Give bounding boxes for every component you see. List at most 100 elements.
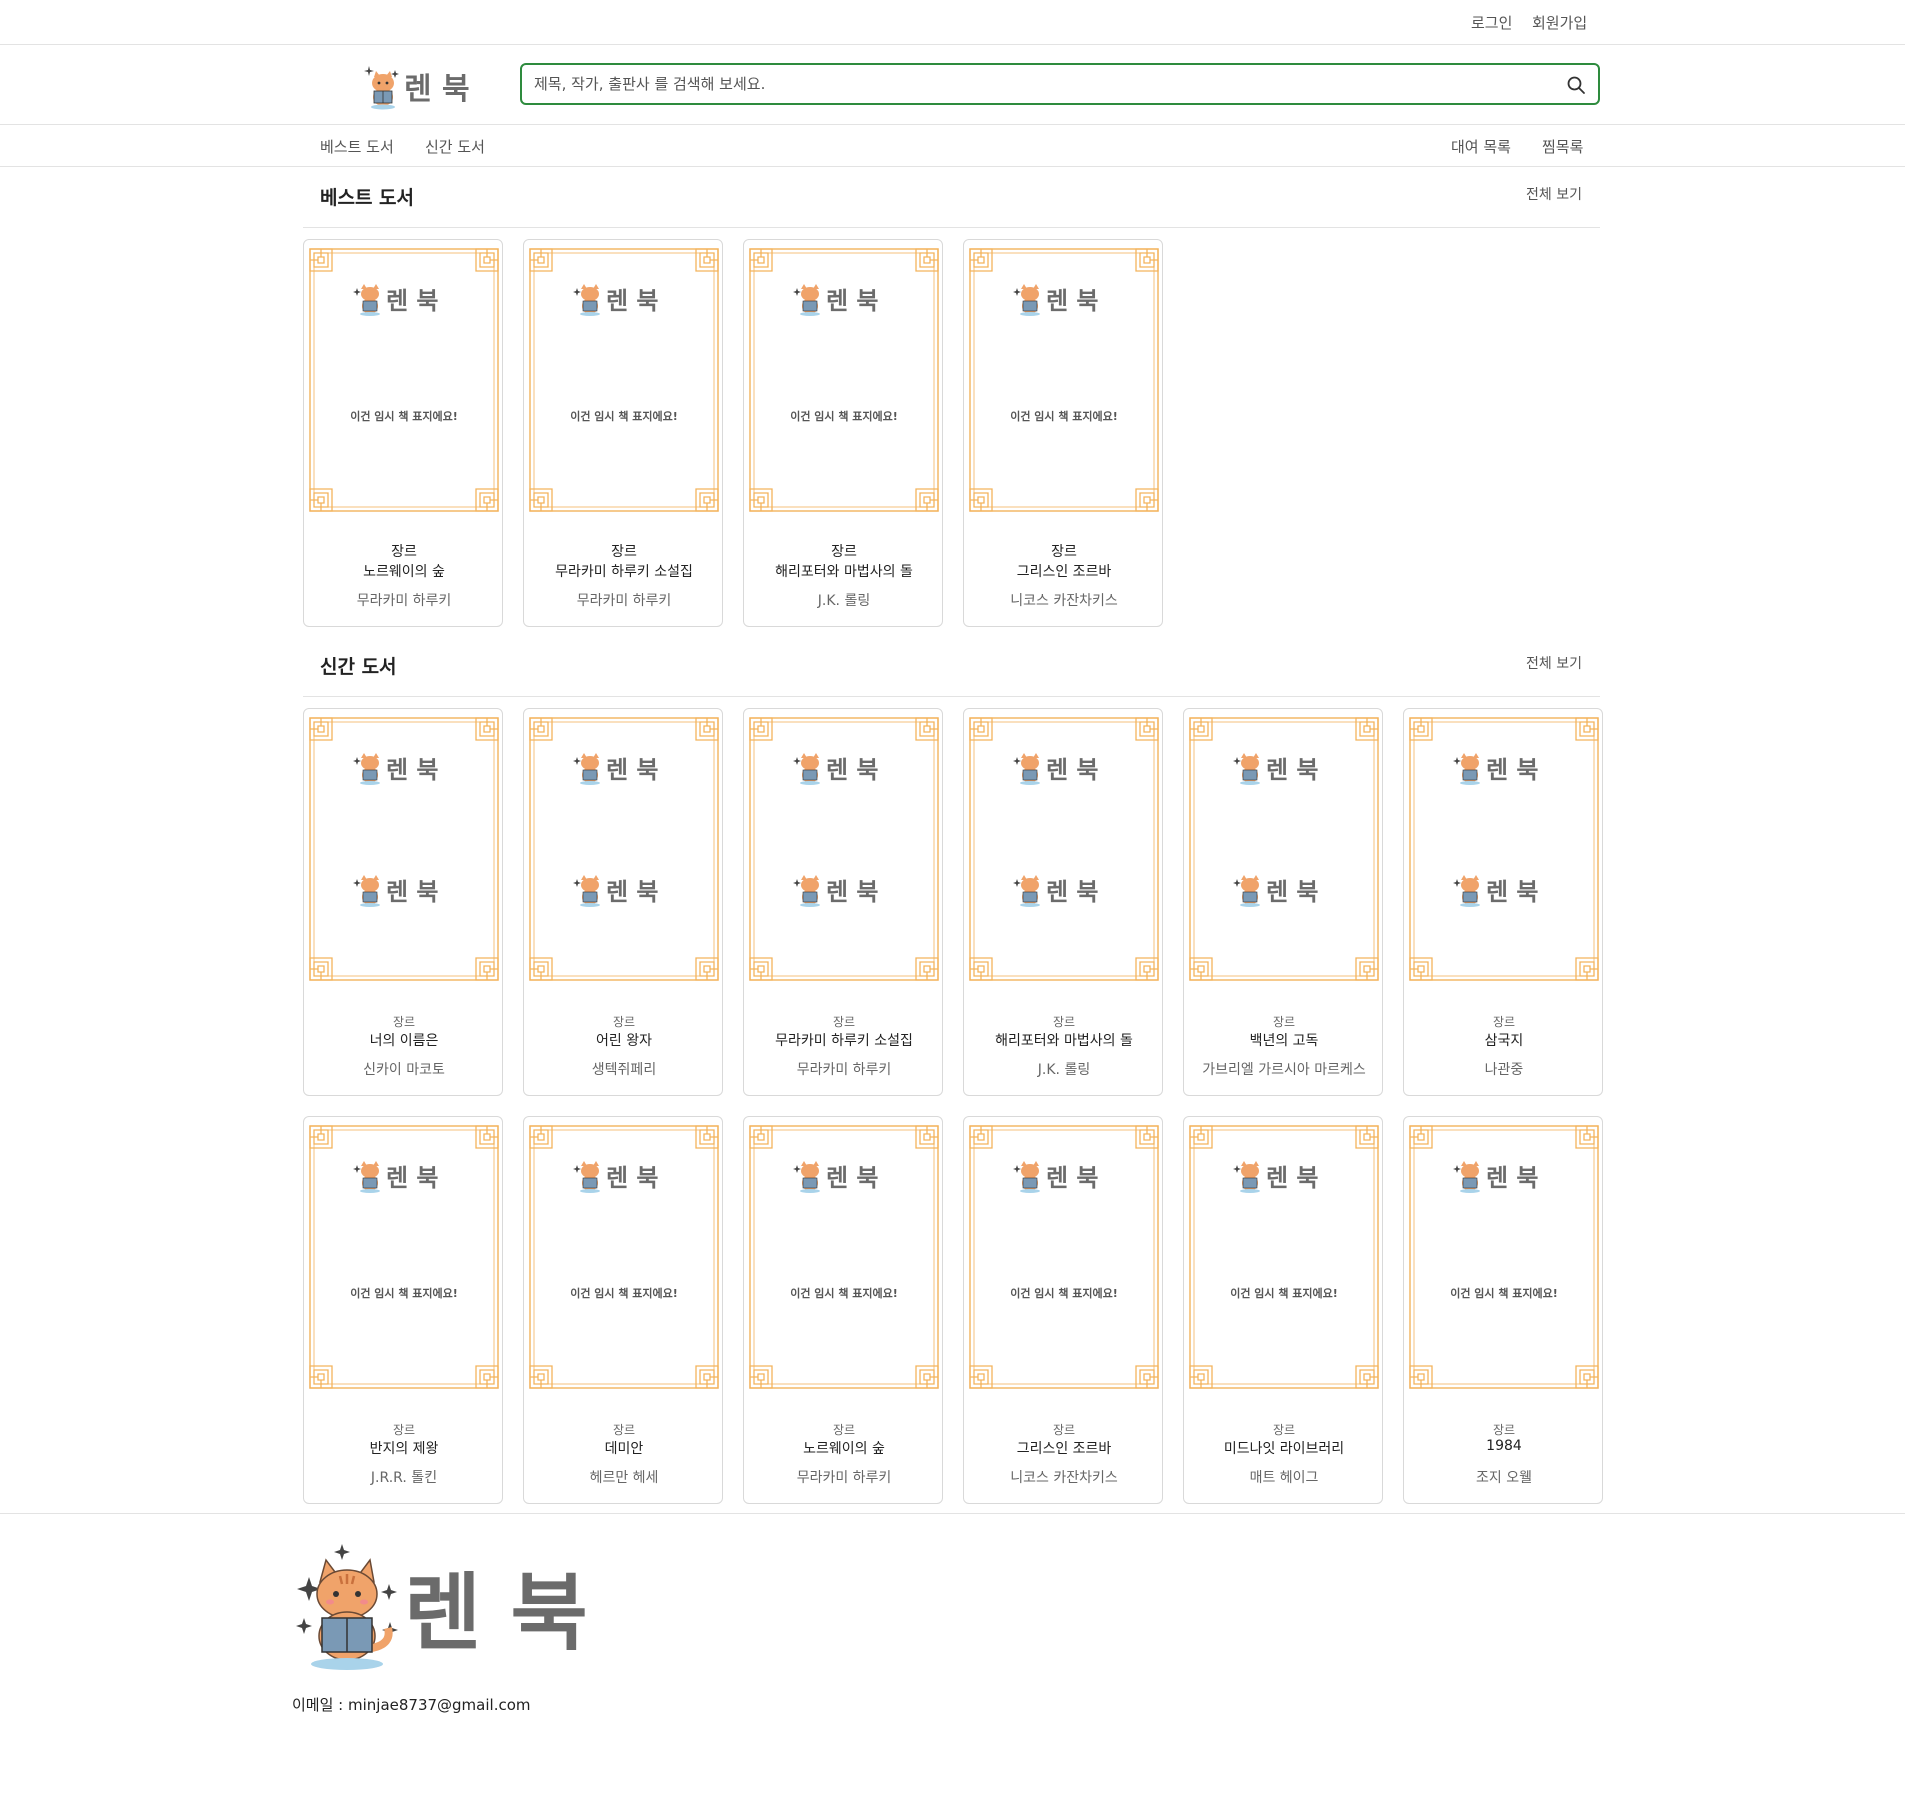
search-icon[interactable] <box>1566 75 1586 95</box>
book-cover-image[interactable]: 렌 북이건 임시 책 표지에요! <box>966 245 1162 515</box>
book-cover-image[interactable]: 렌 북렌 북 <box>1406 714 1602 984</box>
book-cover-image[interactable]: 렌 북이건 임시 책 표지에요! <box>966 1122 1162 1392</box>
book-cover-image[interactable]: 렌 북이건 임시 책 표지에요! <box>526 245 722 515</box>
book-genre: 장르 <box>391 544 417 560</box>
book-genre: 장르 <box>831 544 857 560</box>
book-title[interactable]: 노르웨이의 숲 <box>304 561 502 581</box>
book-title[interactable]: 미드나잇 라이브러리 <box>1184 1438 1382 1458</box>
book-card[interactable]: 렌 북 이건 임시 책 표지에요! 장르 데미안 헤르만 헤세 <box>523 1116 723 1504</box>
book-card[interactable]: 렌 북 이건 임시 책 표지에요! 장르 미드나잇 라이브러리 매트 헤이그 <box>1183 1116 1383 1504</box>
login-link[interactable]: 로그인 <box>1471 12 1512 33</box>
main-nav: 베스트 도서 신간 도서 대여 목록 찜목록 <box>0 125 1905 167</box>
svg-text:렌 북: 렌 북 <box>1046 756 1099 784</box>
book-title[interactable]: 너의 이름은 <box>304 1030 502 1050</box>
svg-text:렌 북: 렌 북 <box>606 1164 659 1192</box>
book-card[interactable]: 렌 북 이건 임시 책 표지에요! 장르 그리스인 조르바니코스 카잔차키스 <box>963 1116 1163 1504</box>
book-genre: 장르 <box>612 1015 636 1029</box>
book-card[interactable]: 렌 북 이건 임시 책 표지에요! 장르 그리스인 조르바니코스 카잔차키스 <box>963 239 1163 627</box>
book-author: J.R.R. 톨킨 <box>370 1470 438 1486</box>
svg-text:렌 북: 렌 북 <box>826 756 879 784</box>
divider <box>303 696 1600 697</box>
book-author: 니코스 카잔차키스 <box>1010 593 1118 609</box>
book-genre: 장르 <box>1052 1423 1076 1437</box>
book-cover-image[interactable]: 렌 북이건 임시 책 표지에요! <box>526 1122 722 1392</box>
nav-item-best[interactable]: 베스트 도서 <box>320 136 394 157</box>
book-genre: 장르 <box>1051 544 1077 560</box>
book-cover-image[interactable]: 렌 북렌 북 <box>306 714 502 984</box>
book-title[interactable]: 그리스인 조르바 <box>964 1438 1162 1458</box>
book-cover-image[interactable]: 렌 북이건 임시 책 표지에요! <box>746 1122 942 1392</box>
book-cover-image[interactable]: 렌 북렌 북 <box>746 714 942 984</box>
section-title-new: 신간 도서 <box>320 656 397 678</box>
svg-text:이건 임시 책 표지에요!: 이건 임시 책 표지에요! <box>350 1286 458 1300</box>
svg-text:이건 임시 책 표지에요!: 이건 임시 책 표지에요! <box>1450 1286 1558 1300</box>
book-genre: 장르 <box>1492 1423 1516 1437</box>
book-title[interactable]: 반지의 제왕 <box>304 1438 502 1458</box>
book-author: 조지 오웰 <box>1476 1470 1532 1486</box>
book-cover-image[interactable]: 렌 북렌 북 <box>966 714 1162 984</box>
book-title[interactable]: 어린 왕자 <box>524 1030 722 1050</box>
book-card[interactable]: 렌 북 이건 임시 책 표지에요! 장르 노르웨이의 숲 무라카미 하루키 <box>743 1116 943 1504</box>
nav-item-new[interactable]: 신간 도서 <box>425 136 485 157</box>
book-author: J.K. 롤링 <box>817 593 871 609</box>
book-cover-image[interactable]: 렌 북렌 북 <box>526 714 722 984</box>
svg-text:렌 북: 렌 북 <box>826 1164 879 1192</box>
search-input[interactable] <box>534 73 1534 95</box>
book-title[interactable]: 1984 <box>1404 1438 1602 1454</box>
book-card[interactable]: 렌 북 이건 임시 책 표지에요! 장르 반지의 제왕 J.R.R. 톨킨 <box>303 1116 503 1504</box>
nav-item-rentals[interactable]: 대여 목록 <box>1451 136 1511 157</box>
book-card[interactable]: 렌 북렌 북 장르 백년의 고독 가브리엘 가르시아 마르케스 <box>1183 708 1383 1096</box>
book-title[interactable]: 삼국지 <box>1404 1030 1602 1050</box>
book-card[interactable]: 렌 북렌 북 장르 어린 왕자 생텍쥐페리 <box>523 708 723 1096</box>
book-genre: 장르 <box>832 1015 856 1029</box>
book-card[interactable]: 렌 북렌 북 장르 삼국지 나관중 <box>1403 708 1603 1096</box>
book-author: J.K. 롤링 <box>1037 1062 1091 1078</box>
book-author: 신카이 마코토 <box>363 1062 445 1078</box>
book-title[interactable]: 해리포터와 마법사의 돌 <box>964 1030 1162 1050</box>
svg-text:렌 북: 렌 북 <box>1266 756 1319 784</box>
nav-item-wishlist[interactable]: 찜목록 <box>1542 136 1583 157</box>
svg-text:렌 북: 렌 북 <box>386 878 439 906</box>
view-all-new-link[interactable]: 전체 보기 <box>1526 653 1582 673</box>
svg-text:렌 북: 렌 북 <box>1486 878 1539 906</box>
svg-text:렌 북: 렌 북 <box>386 287 439 315</box>
brand-wordmark: 렌 북 <box>404 72 470 107</box>
site-logo[interactable]: 렌 북 <box>360 61 470 111</box>
book-title[interactable]: 해리포터와 마법사의 돌 <box>744 561 942 581</box>
svg-text:이건 임시 책 표지에요!: 이건 임시 책 표지에요! <box>1010 1286 1118 1300</box>
book-title[interactable]: 무라카미 하루키 소설집 <box>744 1030 942 1050</box>
book-card[interactable]: 렌 북렌 북 장르 해리포터와 마법사의 돌 J.K. 롤링 <box>963 708 1163 1096</box>
book-title[interactable]: 무라카미 하루키 소설집 <box>524 561 722 581</box>
book-title[interactable]: 노르웨이의 숲 <box>744 1438 942 1458</box>
book-author: 나관중 <box>1484 1062 1524 1078</box>
book-genre: 장르 <box>612 1423 636 1437</box>
book-card[interactable]: 렌 북렌 북 장르 너의 이름은 신카이 마코토 <box>303 708 503 1096</box>
book-author: 니코스 카잔차키스 <box>1010 1470 1118 1486</box>
top-bar: 로그인 회원가입 <box>0 0 1905 45</box>
book-cover-image[interactable]: 렌 북이건 임시 책 표지에요! <box>746 245 942 515</box>
book-cover-image[interactable]: 렌 북렌 북 <box>1186 714 1382 984</box>
book-author: 무라카미 하루키 <box>576 593 672 609</box>
book-genre: 장르 <box>1272 1015 1296 1029</box>
book-title[interactable]: 백년의 고독 <box>1184 1030 1382 1050</box>
book-card[interactable]: 렌 북 이건 임시 책 표지에요! 장르 1984 조지 오웰 <box>1403 1116 1603 1504</box>
svg-text:이건 임시 책 표지에요!: 이건 임시 책 표지에요! <box>1230 1286 1338 1300</box>
book-cover-image[interactable]: 렌 북이건 임시 책 표지에요! <box>306 245 502 515</box>
book-card[interactable]: 렌 북 이건 임시 책 표지에요! 장르 무라카미 하루키 소설집 무라카미 하루키 <box>523 239 723 627</box>
book-author: 무라카미 하루키 <box>796 1062 892 1078</box>
book-cover-image[interactable]: 렌 북이건 임시 책 표지에요! <box>306 1122 502 1392</box>
book-card[interactable]: 렌 북 이건 임시 책 표지에요! 장르 노르웨이의 숲 무라카미 하루키 <box>303 239 503 627</box>
book-card[interactable]: 렌 북렌 북 장르 무라카미 하루키 소설집 무라카미 하루키 <box>743 708 943 1096</box>
book-cover-image[interactable]: 렌 북이건 임시 책 표지에요! <box>1186 1122 1382 1392</box>
svg-text:렌 북: 렌 북 <box>1046 878 1099 906</box>
svg-text:이건 임시 책 표지에요!: 이건 임시 책 표지에요! <box>350 409 458 423</box>
footer-logo: 렌 북 <box>292 1544 592 1678</box>
book-cover-image[interactable]: 렌 북이건 임시 책 표지에요! <box>1406 1122 1602 1392</box>
book-title[interactable]: 그리스인 조르바 <box>964 561 1162 581</box>
book-card[interactable]: 렌 북 이건 임시 책 표지에요! 장르 해리포터와 마법사의 돌 J.K. 롤링 <box>743 239 943 627</box>
view-all-best-link[interactable]: 전체 보기 <box>1526 184 1582 204</box>
book-title[interactable]: 데미안 <box>524 1438 722 1458</box>
svg-text:렌 북: 렌 북 <box>826 878 879 906</box>
book-genre: 장르 <box>1052 1015 1076 1029</box>
signup-link[interactable]: 회원가입 <box>1532 12 1587 33</box>
